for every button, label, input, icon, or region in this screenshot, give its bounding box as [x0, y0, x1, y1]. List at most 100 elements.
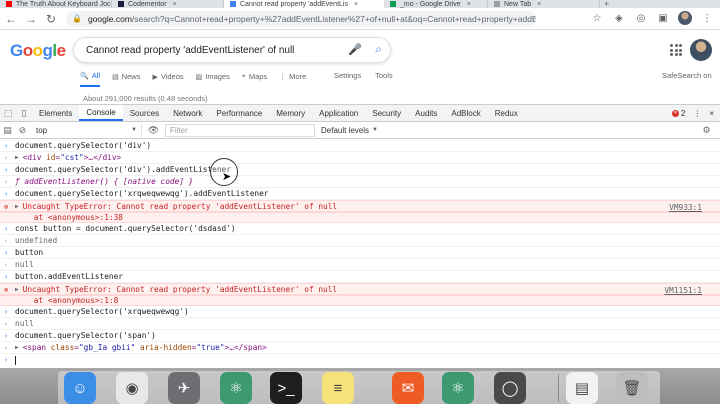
microphone-icon[interactable]: 🎤	[348, 43, 362, 56]
search-icon[interactable]: ⌕	[375, 42, 382, 57]
bookmark-star-icon[interactable]: ☆	[590, 11, 604, 25]
error-count-badge[interactable]: ✕ 2	[671, 108, 686, 118]
menu-kebab-icon[interactable]: ⋮	[700, 11, 714, 25]
console-line: ‹ ▶ <div id = "cst" >…</div>	[0, 152, 720, 164]
back-button[interactable]: ←	[2, 10, 20, 28]
browser-tab[interactable]: The Truth About Keyboard Joch×	[0, 0, 112, 8]
close-icon[interactable]: ×	[537, 1, 541, 8]
expand-triangle-icon[interactable]: ▶	[15, 203, 19, 210]
atom-app[interactable]: ⚛	[220, 372, 252, 404]
tab-label: Videos	[160, 72, 184, 81]
browser-tab[interactable]: _mo - Google Drive ×	[384, 0, 488, 8]
element-attr: class	[50, 343, 75, 352]
console-text: undefined	[15, 236, 58, 245]
console-line: ‹ undefined	[0, 235, 720, 247]
devtools-tab-security[interactable]: Security	[365, 105, 408, 121]
devtools-tab-sources[interactable]: Sources	[123, 105, 166, 121]
safesearch-label[interactable]: SafeSearch on	[662, 71, 712, 80]
atom-beta-app[interactable]: ⚛	[442, 372, 474, 404]
chrome-app[interactable]: ◉	[116, 372, 148, 404]
search-query-text: Cannot read property 'addEventListener' …	[86, 44, 295, 56]
input-prompt-icon: ›	[4, 249, 9, 257]
preview-app[interactable]: ▤	[566, 372, 598, 404]
terminal-app[interactable]: >_	[270, 372, 302, 404]
devtools-menu-icon[interactable]: ⋮	[693, 109, 701, 118]
result-arrow-icon: ‹	[4, 154, 9, 162]
console-prompt[interactable]: ›	[0, 354, 720, 366]
tab-news[interactable]: ▤ News	[112, 71, 140, 87]
reload-button[interactable]: ↻	[42, 10, 60, 28]
devtools-tab-performance[interactable]: Performance	[209, 105, 269, 121]
tab-title: The Truth About Keyboard Joch	[16, 0, 112, 8]
devtools-tab-elements[interactable]: Elements	[32, 105, 79, 121]
sidebar-toggle-icon[interactable]: ▤	[0, 125, 15, 136]
profile-avatar[interactable]	[678, 11, 692, 25]
close-icon[interactable]: ×	[173, 1, 177, 8]
tab-more[interactable]: ⋮ More	[279, 71, 306, 87]
browser-tab[interactable]: Cannot read property 'addEventLis ×	[224, 0, 384, 8]
tab-images[interactable]: ▨ Images	[196, 71, 230, 87]
devtools-tab-audits[interactable]: Audits	[408, 105, 444, 121]
extension-icon[interactable]: ◎	[634, 11, 648, 25]
console-line: › button	[0, 247, 720, 259]
devtools-tab-network[interactable]: Network	[166, 105, 209, 121]
context-select[interactable]: top ▼	[30, 123, 142, 137]
google-logo[interactable]: Google	[10, 41, 66, 61]
launchpad-app[interactable]: ✈	[168, 372, 200, 404]
devtools-tab-application[interactable]: Application	[312, 105, 365, 121]
element-tag: <div	[22, 153, 47, 162]
tab-maps-icon: ⌖	[241, 72, 246, 80]
close-icon[interactable]: ×	[467, 1, 471, 8]
element-attr: aria-hidden	[135, 343, 192, 352]
tab-title: Cannot read property 'addEventLis	[240, 0, 348, 8]
tools-link[interactable]: Tools	[375, 71, 393, 80]
expand-triangle-icon[interactable]: ▶	[15, 154, 19, 161]
browser-tab[interactable]: New Tab ×	[488, 0, 600, 8]
forward-button[interactable]: →	[22, 10, 40, 28]
search-input[interactable]: Cannot read property 'addEventListener' …	[73, 37, 391, 63]
close-devtools-icon[interactable]: ×	[709, 109, 714, 118]
input-prompt-icon: ›	[4, 332, 9, 340]
console-text: const button = document.querySelector('d…	[15, 224, 236, 233]
tab-all[interactable]: 🔍 All	[80, 71, 101, 87]
expand-triangle-icon[interactable]: ▶	[15, 344, 19, 351]
devtools-tab-adblock[interactable]: AdBlock	[444, 105, 487, 121]
device-toolbar-icon[interactable]: ▯	[16, 105, 32, 121]
log-levels-select[interactable]: Default levels ▼	[321, 126, 378, 135]
trash-app[interactable]: 🗑	[616, 372, 648, 404]
console-line: ⊗ ▶ Uncaught TypeError: Cannot read proper…	[0, 283, 720, 295]
inspect-element-icon[interactable]: ⬚	[0, 105, 16, 121]
notes-app[interactable]: ≡	[322, 372, 354, 404]
extension-icon[interactable]: ◈	[612, 11, 626, 25]
eye-icon[interactable]: 👁	[146, 125, 161, 136]
element-tag: <span	[22, 343, 51, 352]
devtools-tab-redux[interactable]: Redux	[488, 105, 525, 121]
error-count: 2	[680, 108, 686, 118]
tab-label: Maps	[248, 72, 268, 81]
new-tab-button[interactable]: +	[604, 0, 609, 8]
gear-icon[interactable]: ⚙	[699, 125, 714, 136]
tab-maps[interactable]: ⌖ Maps	[242, 71, 267, 87]
console-output[interactable]: › document.querySelector('div') ‹ ▶ <div id =…	[0, 140, 720, 369]
close-icon[interactable]: ×	[354, 1, 358, 8]
quicktime-app[interactable]: ◯	[494, 372, 526, 404]
devtools-tab-console[interactable]: Console	[79, 105, 123, 121]
settings-link[interactable]: Settings	[334, 71, 361, 80]
apps-grid-icon[interactable]	[670, 44, 682, 56]
console-text: Uncaught TypeError: Cannot read property…	[22, 201, 338, 211]
filter-input[interactable]: Filter	[165, 123, 315, 137]
postman-app[interactable]: ✉	[392, 372, 424, 404]
tab-videos[interactable]: ▶ Videos	[152, 71, 183, 87]
console-line: ‹ ƒ addEventListener() { [native code] }	[0, 176, 720, 188]
devtools-tab-memory[interactable]: Memory	[269, 105, 312, 121]
finder-app[interactable]: ☺	[64, 372, 96, 404]
clear-console-icon[interactable]: ⊘	[15, 125, 30, 136]
result-arrow-icon: ‹	[4, 178, 9, 186]
browser-tab[interactable]: Codementor ×	[112, 0, 224, 8]
results-count: About 291,000 results (0.48 seconds)	[83, 94, 208, 103]
address-bar[interactable]: 🔒 google.com/search?q=Cannot+read+proper…	[66, 10, 536, 27]
extension-icon[interactable]: ▣	[656, 11, 670, 25]
account-avatar[interactable]	[690, 39, 712, 61]
expand-triangle-icon[interactable]: ▶	[15, 286, 19, 293]
result-arrow-icon: ‹	[4, 344, 9, 352]
